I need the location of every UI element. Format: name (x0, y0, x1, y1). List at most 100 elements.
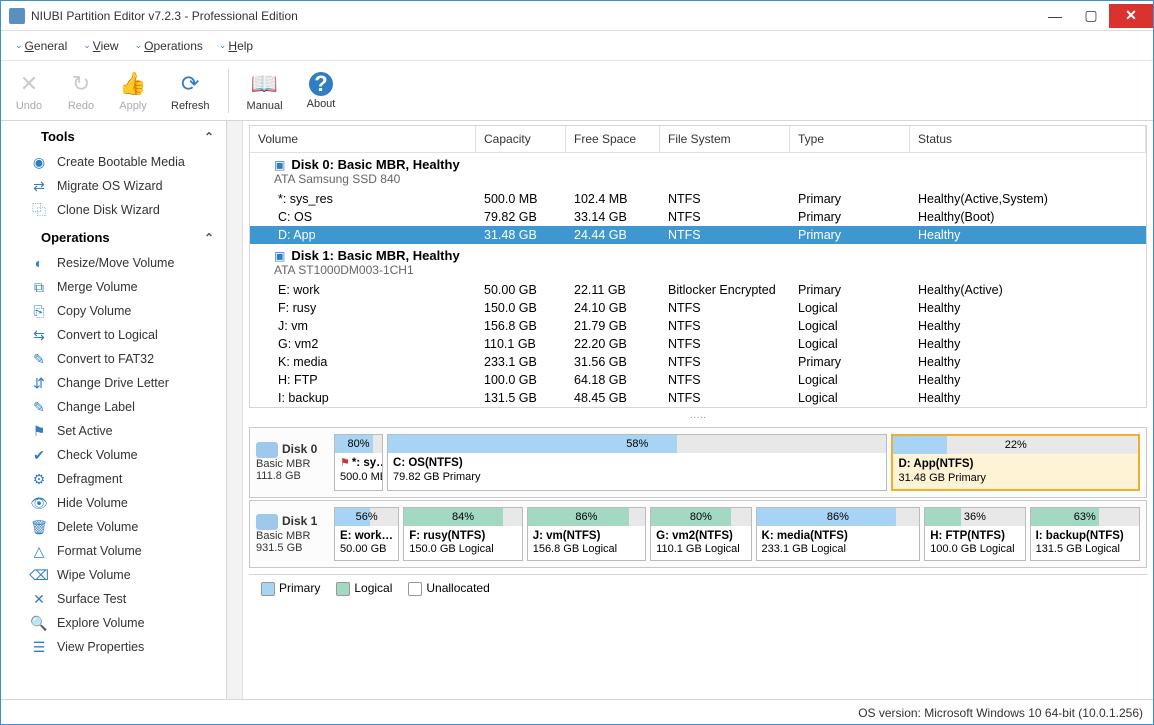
table-row[interactable]: J: vm156.8 GB21.79 GBNTFSLogicalHealthy (250, 317, 1146, 335)
legend-logical: Logical (336, 581, 392, 596)
format-icon: △ (31, 543, 47, 559)
disk-header[interactable]: ▣Disk 1: Basic MBR, HealthyATA ST1000DM0… (250, 244, 1146, 281)
table-row[interactable]: H: FTP100.0 GB64.18 GBNTFSLogicalHealthy (250, 371, 1146, 389)
table-row[interactable]: I: backup131.5 GB48.45 GBNTFSLogicalHeal… (250, 389, 1146, 407)
table-row[interactable]: K: media233.1 GB31.56 GBNTFSPrimaryHealt… (250, 353, 1146, 371)
op-surface-test[interactable]: ✕Surface Test (1, 587, 226, 611)
sidebar: Tools⌃ ◉Create Bootable Media⇄Migrate OS… (1, 121, 227, 699)
tool-create-bootable-media[interactable]: ◉Create Bootable Media (1, 150, 226, 174)
tool-migrate-os-wizard[interactable]: ⇄Migrate OS Wizard (1, 174, 226, 198)
legend-unallocated: Unallocated (408, 581, 489, 596)
op-convert-to-fat32[interactable]: ✎Convert to FAT32 (1, 347, 226, 371)
partition-block[interactable]: 80%⚑*: sy…500.0 MB (334, 434, 383, 491)
about-button[interactable]: ?About (301, 70, 342, 112)
partition-block[interactable]: 63%I: backup(NTFS)131.5 GB Logical (1030, 507, 1140, 562)
partition-block[interactable]: 84%F: rusy(NTFS)150.0 GB Logical (403, 507, 522, 562)
partition-block[interactable]: 22%D: App(NTFS)31.48 GB Primary (891, 434, 1140, 491)
chevron-down-icon: ⌄ (83, 40, 91, 51)
wipe-icon: ⌫ (31, 567, 47, 583)
disk-graphical: Disk 1Basic MBR931.5 GB56%E: work…50.00 … (249, 500, 1147, 569)
manual-button[interactable]: 📖Manual (241, 68, 289, 114)
legend-primary: Primary (261, 581, 320, 596)
flag-icon: ⚑ (340, 457, 350, 469)
menu-general[interactable]: ⌄General (9, 35, 73, 57)
op-set-active[interactable]: ⚑Set Active (1, 419, 226, 443)
col-status[interactable]: Status (910, 126, 1146, 152)
disk-icon (256, 442, 278, 458)
titlebar: NIUBI Partition Editor v7.2.3 - Professi… (1, 1, 1153, 31)
app-icon (9, 8, 25, 24)
disk-header[interactable]: ▣Disk 0: Basic MBR, HealthyATA Samsung S… (250, 153, 1146, 190)
col-capacity[interactable]: Capacity (476, 126, 566, 152)
manual-icon: 📖 (251, 70, 279, 98)
redo-button[interactable]: ↻Redo (61, 68, 101, 114)
disk-info: Disk 1Basic MBR931.5 GB (256, 507, 328, 562)
table-row[interactable]: F: rusy150.0 GB24.10 GBNTFSLogicalHealth… (250, 299, 1146, 317)
op-format-volume[interactable]: △Format Volume (1, 539, 226, 563)
op-merge-volume[interactable]: ⧉Merge Volume (1, 275, 226, 299)
close-button[interactable]: ✕ (1109, 4, 1153, 28)
clone-icon: ⿻ (31, 202, 47, 218)
tools-header[interactable]: Tools⌃ (1, 121, 226, 150)
op-hide-volume[interactable]: 👁Hide Volume (1, 491, 226, 515)
migrate-icon: ⇄ (31, 178, 47, 194)
col-type[interactable]: Type (790, 126, 910, 152)
op-explore-volume[interactable]: 🔍Explore Volume (1, 611, 226, 635)
explore-icon: 🔍 (31, 615, 47, 631)
content-area: Volume Capacity Free Space File System T… (243, 121, 1153, 699)
minimize-button[interactable]: — (1037, 4, 1073, 28)
menu-view[interactable]: ⌄View (77, 35, 124, 57)
partition-block[interactable]: 36%H: FTP(NTFS)100.0 GB Logical (924, 507, 1025, 562)
partition-block[interactable]: 80%G: vm2(NTFS)110.1 GB Logical (650, 507, 751, 562)
op-check-volume[interactable]: ✔Check Volume (1, 443, 226, 467)
tool-clone-disk-wizard[interactable]: ⿻Clone Disk Wizard (1, 198, 226, 222)
volume-table: Volume Capacity Free Space File System T… (249, 125, 1147, 408)
disk-graphical: Disk 0Basic MBR111.8 GB80%⚑*: sy…500.0 M… (249, 427, 1147, 498)
about-icon: ? (309, 72, 333, 96)
sidebar-scrollbar[interactable] (227, 121, 243, 699)
op-change-drive-letter[interactable]: ⇵Change Drive Letter (1, 371, 226, 395)
op-change-label[interactable]: ✎Change Label (1, 395, 226, 419)
status-bar: OS version: Microsoft Windows 10 64-bit … (1, 699, 1153, 725)
table-row[interactable]: D: App31.48 GB24.44 GBNTFSPrimaryHealthy (250, 226, 1146, 244)
op-resize-move-volume[interactable]: ◐Resize/Move Volume (1, 251, 226, 275)
menu-help[interactable]: ⌄Help (213, 35, 259, 57)
undo-button[interactable]: ✕Undo (9, 68, 49, 114)
apply-button[interactable]: 👍Apply (113, 68, 153, 114)
chevron-down-icon: ⌄ (219, 40, 227, 51)
op-delete-volume[interactable]: 🗑Delete Volume (1, 515, 226, 539)
partition-block[interactable]: 56%E: work…50.00 GB (334, 507, 399, 562)
op-defragment[interactable]: ⚙Defragment (1, 467, 226, 491)
col-filesystem[interactable]: File System (660, 126, 790, 152)
chevron-up-icon: ⌃ (204, 130, 214, 144)
table-row[interactable]: *: sys_res500.0 MB102.4 MBNTFSPrimaryHea… (250, 190, 1146, 208)
redo-icon: ↻ (67, 70, 95, 98)
table-row[interactable]: C: OS79.82 GB33.14 GBNTFSPrimaryHealthy(… (250, 208, 1146, 226)
col-volume[interactable]: Volume (250, 126, 476, 152)
disk-icon: ▣ (274, 158, 285, 172)
table-row[interactable]: G: vm2110.1 GB22.20 GBNTFSLogicalHealthy (250, 335, 1146, 353)
toolbar: ✕Undo ↻Redo 👍Apply ⟳Refresh 📖Manual ?Abo… (1, 61, 1153, 121)
chevron-up-icon: ⌃ (204, 231, 214, 245)
menu-operations[interactable]: ⌄Operations (129, 35, 209, 57)
operations-header[interactable]: Operations⌃ (1, 222, 226, 251)
op-convert-to-logical[interactable]: ⇆Convert to Logical (1, 323, 226, 347)
partition-block[interactable]: 86%J: vm(NTFS)156.8 GB Logical (527, 507, 646, 562)
label-icon: ✎ (31, 399, 47, 415)
table-row[interactable]: E: work50.00 GB22.11 GBBitlocker Encrypt… (250, 281, 1146, 299)
op-view-properties[interactable]: ☰View Properties (1, 635, 226, 659)
convert2-icon: ✎ (31, 351, 47, 367)
op-wipe-volume[interactable]: ⌫Wipe Volume (1, 563, 226, 587)
partition-block[interactable]: 86%K: media(NTFS)233.1 GB Logical (756, 507, 921, 562)
splitter[interactable]: ····· (243, 410, 1153, 425)
chevron-down-icon: ⌄ (135, 40, 143, 51)
refresh-button[interactable]: ⟳Refresh (165, 68, 216, 114)
maximize-button[interactable]: ▢ (1073, 4, 1109, 28)
op-copy-volume[interactable]: ⎘Copy Volume (1, 299, 226, 323)
surface-icon: ✕ (31, 591, 47, 607)
legend: Primary Logical Unallocated (249, 574, 1147, 602)
undo-icon: ✕ (15, 70, 43, 98)
col-free[interactable]: Free Space (566, 126, 660, 152)
partition-block[interactable]: 58%C: OS(NTFS)79.82 GB Primary (387, 434, 887, 491)
table-header: Volume Capacity Free Space File System T… (250, 126, 1146, 153)
